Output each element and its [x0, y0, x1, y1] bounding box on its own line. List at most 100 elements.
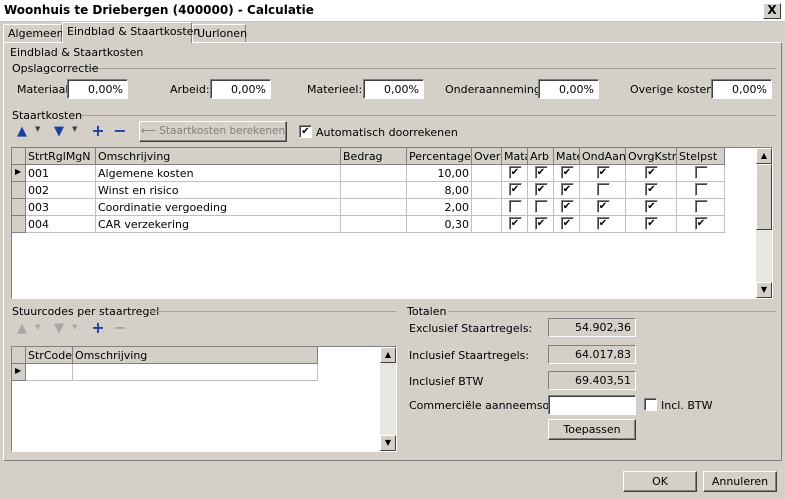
stuur-scrollbar[interactable]: ▲ ▼ — [380, 347, 396, 451]
ovrgkstn-checkbox[interactable]: ✔ — [645, 217, 658, 230]
auto-doorrekenen-checkbox[interactable]: ✔ — [299, 125, 312, 138]
cell-strtrglmgn[interactable]: 002 — [26, 182, 96, 199]
col-mate[interactable]: Mate — [554, 148, 580, 165]
col-percentage[interactable]: Percentage — [407, 148, 472, 165]
tab-algemeen[interactable]: Algemeen — [3, 24, 64, 43]
stuur-col-omschrijving[interactable]: Omschrijving — [73, 347, 318, 364]
col-strtrglmgn[interactable]: StrtRglMgN — [26, 148, 96, 165]
ovrgkstn-checkbox[interactable]: ✔ — [645, 200, 658, 213]
aanneemsom-field[interactable] — [548, 395, 636, 415]
close-button[interactable]: X — [763, 3, 781, 19]
ovrgkstn-checkbox[interactable]: ✔ — [645, 183, 658, 196]
stuur-remove-icon[interactable]: − — [112, 320, 128, 336]
cell-omschrijving[interactable]: Coordinatie vergoeding — [96, 199, 341, 216]
scroll-thumb[interactable] — [756, 164, 772, 230]
add-row-icon[interactable]: + — [90, 123, 106, 139]
mata-checkbox[interactable]: ✔ — [508, 166, 522, 179]
scroll-up-icon[interactable]: ▲ — [756, 148, 772, 164]
materieel-field[interactable]: 0,00% — [363, 79, 424, 99]
arb-checkbox[interactable]: ✔ — [534, 183, 548, 196]
stuur-omschrijving-cell[interactable] — [73, 364, 318, 381]
cell-stelpst — [677, 199, 725, 216]
stuur-move-down-icon[interactable]: ▼ — [52, 322, 66, 336]
stelpst-checkbox[interactable] — [694, 200, 708, 213]
cell-over[interactable] — [472, 182, 502, 199]
cell-strtrglmgn[interactable]: 001 — [26, 165, 96, 182]
move-up-icon[interactable]: ▲ — [15, 125, 29, 139]
cell-over[interactable] — [472, 199, 502, 216]
cell-bedrag[interactable] — [341, 216, 407, 233]
incl-btw-checkbox[interactable] — [644, 398, 657, 411]
cell-arb: ✔ — [528, 216, 554, 233]
cell-bedrag[interactable] — [341, 199, 407, 216]
ok-button[interactable]: OK — [623, 471, 697, 492]
materiaal-field[interactable]: 0,00% — [67, 79, 128, 99]
ondaan-checkbox[interactable]: ✔ — [596, 166, 610, 179]
cell-percentage[interactable]: 2,00 — [407, 199, 472, 216]
arbeid-field[interactable]: 0,00% — [210, 79, 271, 99]
overige-kosten-field[interactable]: 0,00% — [711, 79, 772, 99]
mata-checkbox[interactable]: ✔ — [508, 183, 522, 196]
col-bedrag[interactable]: Bedrag — [341, 148, 407, 165]
cell-bedrag[interactable] — [341, 182, 407, 199]
ondaan-checkbox[interactable]: ✔ — [596, 217, 610, 230]
stelpst-checkbox[interactable] — [694, 166, 708, 179]
cell-percentage[interactable]: 0,30 — [407, 216, 472, 233]
ondaan-checkbox[interactable] — [596, 183, 610, 196]
exclusief-staartregels-value: 54.902,36 — [548, 318, 636, 337]
cell-percentage[interactable]: 8,00 — [407, 182, 472, 199]
stuur-col-strcode[interactable]: StrCode — [26, 347, 73, 364]
col-mata[interactable]: Mata — [502, 148, 528, 165]
cell-strtrglmgn[interactable]: 003 — [26, 199, 96, 216]
toepassen-button[interactable]: Toepassen — [548, 419, 636, 440]
cell-strtrglmgn[interactable]: 004 — [26, 216, 96, 233]
arb-checkbox[interactable]: ✔ — [534, 166, 548, 179]
cell-over[interactable] — [472, 216, 502, 233]
ovrgkstn-checkbox[interactable]: ✔ — [645, 166, 658, 179]
cell-ovrgkstn: ✔ — [626, 199, 677, 216]
col-ondaan[interactable]: OndAan — [580, 148, 626, 165]
annuleren-button[interactable]: Annuleren — [703, 471, 777, 492]
stuur-scroll-down-icon[interactable]: ▼ — [380, 435, 396, 451]
mate-checkbox[interactable]: ✔ — [560, 217, 574, 230]
row-indicator — [12, 182, 26, 199]
cell-omschrijving[interactable]: CAR verzekering — [96, 216, 341, 233]
onderaanneming-field[interactable]: 0,00% — [538, 79, 599, 99]
cell-bedrag[interactable] — [341, 165, 407, 182]
tab-eindblad-staartkosten[interactable]: Eindblad & Staartkosten — [62, 22, 200, 43]
cell-over[interactable] — [472, 165, 502, 182]
grid-scrollbar[interactable]: ▲ ▼ — [756, 148, 772, 298]
col-ovrgkstn[interactable]: OvrgKstn — [626, 148, 677, 165]
cell-ovrgkstn: ✔ — [626, 182, 677, 199]
stuur-move-up-icon[interactable]: ▲ — [15, 322, 29, 336]
col-arb[interactable]: Arb — [528, 148, 554, 165]
stuur-strcode-cell[interactable] — [26, 364, 73, 381]
stuur-scroll-up-icon[interactable]: ▲ — [380, 347, 396, 363]
staartkosten-berekenen-button[interactable]: ⟵ Staartkosten berekenen — [139, 121, 287, 142]
scroll-down-icon[interactable]: ▼ — [756, 282, 772, 298]
stelpst-checkbox[interactable]: ✔ — [694, 217, 708, 230]
cell-percentage[interactable]: 10,00 — [407, 165, 472, 182]
stuur-add-icon[interactable]: + — [90, 320, 106, 336]
mate-checkbox[interactable]: ✔ — [560, 200, 574, 213]
remove-row-icon[interactable]: − — [112, 123, 128, 139]
cell-omschrijving[interactable]: Algemene kosten — [96, 165, 341, 182]
col-omschrijving[interactable]: Omschrijving — [96, 148, 341, 165]
mata-checkbox[interactable] — [508, 200, 522, 213]
mate-checkbox[interactable]: ✔ — [560, 183, 574, 196]
mate-checkbox[interactable]: ✔ — [560, 166, 574, 179]
move-down-icon[interactable]: ▼ — [52, 125, 66, 139]
ondaan-checkbox[interactable]: ✔ — [596, 200, 610, 213]
cell-omschrijving[interactable]: Winst en risico — [96, 182, 341, 199]
stuur-move-down-dropdown-icon[interactable]: ▼ — [72, 323, 77, 331]
col-over[interactable]: Over — [472, 148, 502, 165]
arb-checkbox[interactable]: ✔ — [534, 217, 548, 230]
arb-checkbox[interactable] — [534, 200, 548, 213]
col-stelpst[interactable]: Stelpst — [677, 148, 725, 165]
stelpst-checkbox[interactable] — [694, 183, 708, 196]
mata-checkbox[interactable]: ✔ — [508, 217, 522, 230]
tab-uurlonen[interactable]: Uurlonen — [192, 24, 247, 43]
move-down-dropdown-icon[interactable]: ▼ — [72, 125, 77, 133]
stuur-move-up-dropdown-icon[interactable]: ▼ — [35, 323, 40, 331]
move-up-dropdown-icon[interactable]: ▼ — [35, 125, 40, 133]
